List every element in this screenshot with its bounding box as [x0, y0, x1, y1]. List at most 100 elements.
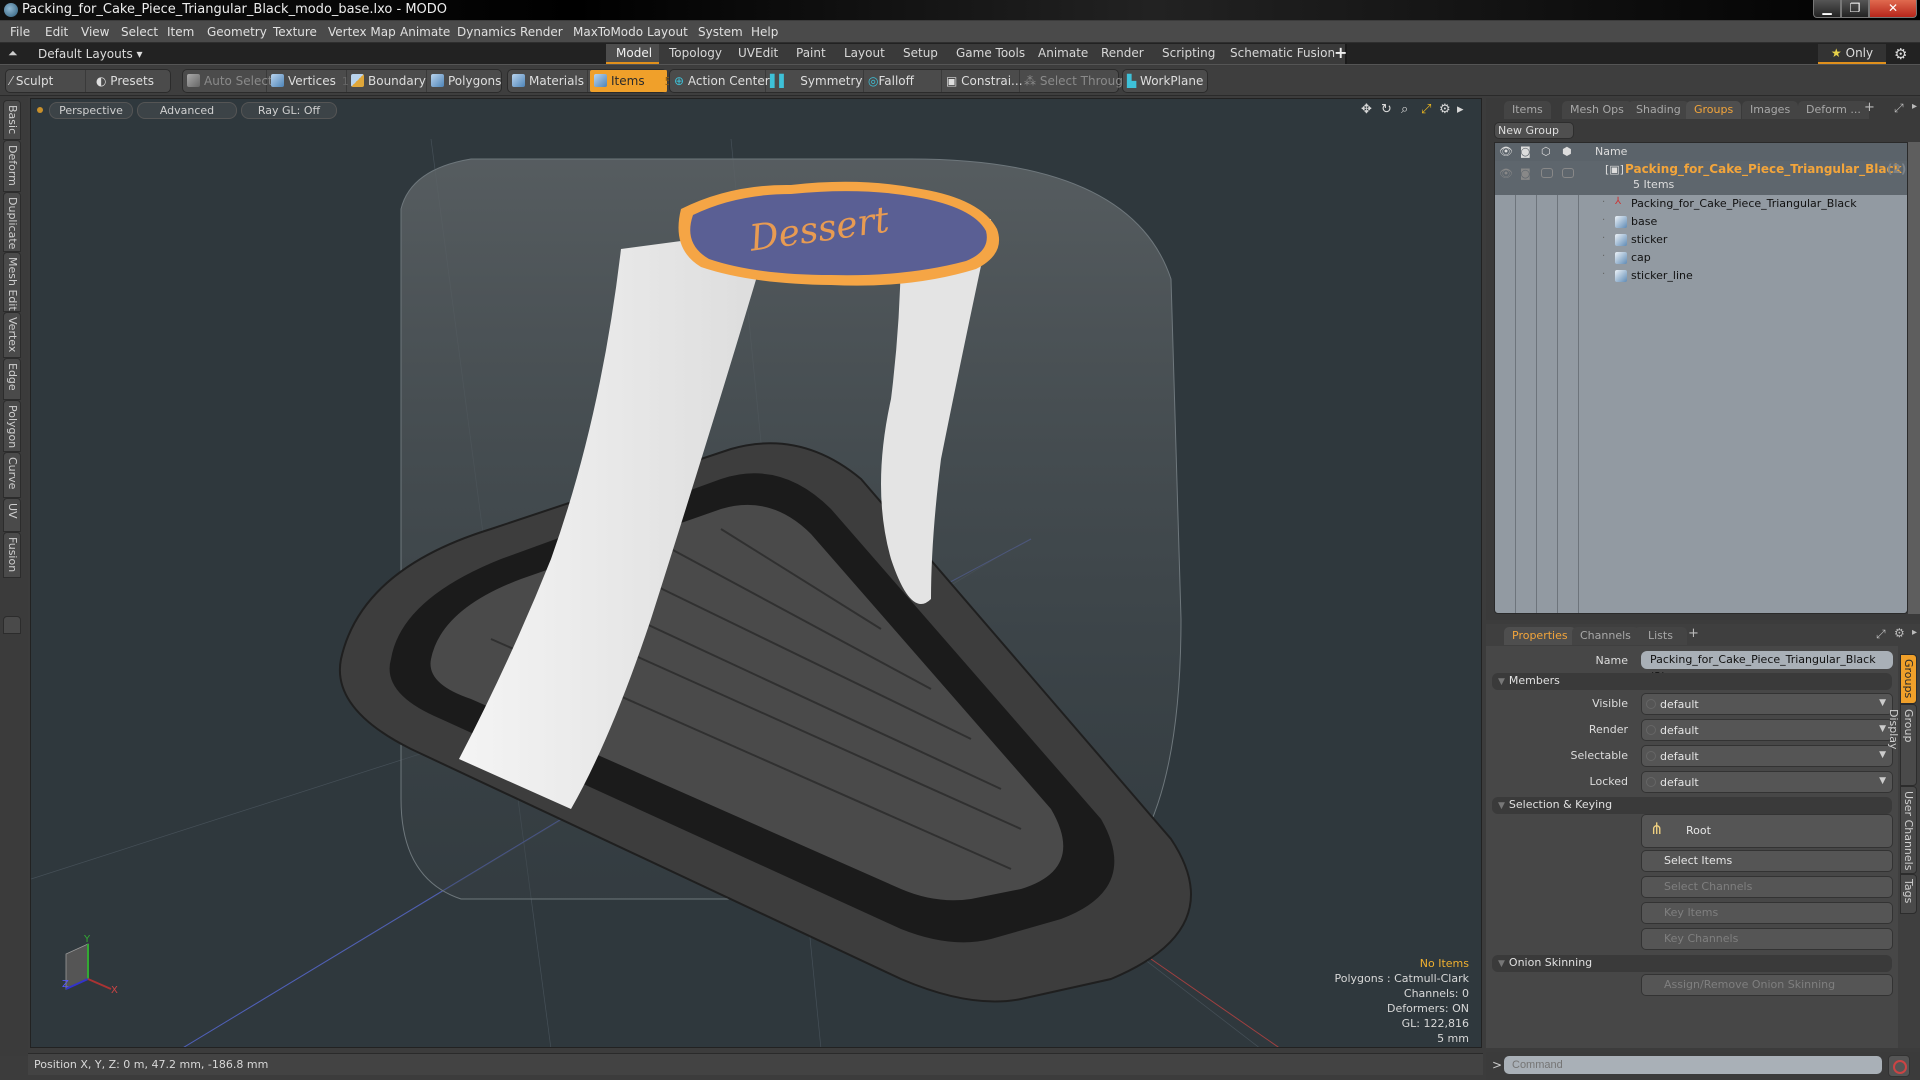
panel-tab-lists[interactable]: Lists [1634, 627, 1687, 645]
menu-maxtomodo[interactable]: MaxToModo [573, 25, 643, 39]
group-visible-toggle[interactable]: 👁 [1499, 167, 1513, 180]
root-button[interactable]: ⋔ Root [1641, 814, 1893, 848]
viewport-settings-icon[interactable]: ⚙ [1439, 102, 1451, 117]
panel-tab-shading[interactable]: Shading [1628, 101, 1689, 119]
group-lock-toggle[interactable] [1562, 168, 1574, 178]
side-tab-tags[interactable]: Tags [1900, 874, 1917, 914]
layout-tab-game-tools[interactable]: Game Tools [946, 44, 1038, 64]
command-input[interactable] [1504, 1056, 1882, 1074]
panel-tab-mesh-ops[interactable]: Mesh Ops [1562, 101, 1632, 119]
sculpt-button[interactable]: ⁄ Sculpt [6, 70, 86, 92]
polygons-button[interactable]: Polygons [427, 70, 503, 92]
menu-vertex-map[interactable]: Vertex Map [328, 25, 396, 39]
action-center-button[interactable]: ⊕ Action Center [670, 70, 770, 92]
presets-button[interactable]: ◐ Presets [92, 70, 172, 92]
maximize-button[interactable]: ❐ [1841, 0, 1869, 18]
render-select[interactable]: default ▼ [1641, 719, 1893, 741]
onion-skinning-section[interactable]: ▼ Onion Skinning [1492, 955, 1892, 972]
falloff-button[interactable]: ◎Falloff [864, 70, 942, 92]
list-item[interactable]: · base [1495, 213, 1907, 231]
layout-selector[interactable]: Default Layouts ▾ [38, 47, 143, 61]
name-column-header[interactable]: Name [1595, 145, 1627, 158]
side-tab-group-display[interactable]: Group Display [1887, 704, 1917, 786]
lock-column-icon[interactable]: ⬢ [1562, 145, 1572, 158]
list-item[interactable]: · ⅄ Packing_for_Cake_Piece_Triangular_Bl… [1495, 195, 1907, 213]
3d-viewport[interactable]: Dessert Y Z X Perspective Advanced Ray G… [30, 98, 1482, 1048]
menu-item[interactable]: Item [167, 25, 194, 39]
left-tab-polygon[interactable]: Polygon [3, 400, 21, 452]
group-select-toggle[interactable] [1541, 168, 1553, 178]
left-tab-basic[interactable]: Basic [3, 100, 21, 140]
selectable-select[interactable]: default ▼ [1641, 745, 1893, 767]
zoom-view-icon[interactable]: ⌕ [1401, 102, 1408, 117]
locked-select[interactable]: default ▼ [1641, 771, 1893, 793]
members-section[interactable]: ▼ Members [1492, 673, 1892, 690]
layout-tab-render[interactable]: Render [1091, 44, 1156, 64]
view-mode-button[interactable]: Perspective [49, 102, 133, 119]
layout-tab-scripting[interactable]: Scripting [1152, 44, 1228, 64]
groups-list-scrollbar[interactable] [1908, 142, 1920, 614]
select-through-button[interactable]: ⁂ Select Through [1020, 70, 1130, 92]
panel-tab-channels[interactable]: Channels [1572, 627, 1639, 645]
record-macro-button[interactable] [1888, 1055, 1910, 1077]
rotate-view-icon[interactable]: ↻ [1381, 102, 1392, 117]
fit-view-icon[interactable]: ⤢ [1421, 102, 1431, 117]
select-items-button[interactable]: Select Items [1641, 850, 1893, 872]
menu-select[interactable]: Select [121, 25, 158, 39]
render-column-icon[interactable]: ◙ [1520, 145, 1531, 158]
materials-button[interactable]: Materials [508, 70, 588, 92]
constraints-button[interactable]: ▣ Constrai... [942, 70, 1023, 92]
list-item[interactable]: · sticker [1495, 231, 1907, 249]
panel-tab-properties[interactable]: Properties [1504, 627, 1576, 645]
expand-panel-icon[interactable]: ⤢ [1876, 627, 1886, 642]
left-tab-duplicate[interactable]: Duplicate [3, 192, 21, 252]
layout-tab-topology[interactable]: Topology [659, 44, 734, 64]
left-tab-vertex[interactable]: Vertex [3, 312, 21, 358]
select-channels-button[interactable]: Select Channels [1641, 876, 1893, 898]
panel-tab-groups[interactable]: Groups [1686, 101, 1742, 119]
list-item[interactable]: · cap [1495, 249, 1907, 267]
menu-texture[interactable]: Texture [273, 25, 317, 39]
move-view-icon[interactable]: ✥ [1361, 102, 1372, 117]
keyframe-icon[interactable] [1646, 777, 1656, 787]
left-tab-edge[interactable]: Edge [3, 358, 21, 400]
menu-system[interactable]: System [698, 25, 743, 39]
side-tab-groups[interactable]: Groups [1900, 654, 1917, 704]
menu-edit[interactable]: Edit [45, 25, 68, 39]
raygl-button[interactable]: Ray GL: Off [241, 102, 337, 119]
layout-tab-schematic-fusion[interactable]: Schematic Fusion [1220, 44, 1348, 64]
panel-tab-images[interactable]: Images [1742, 101, 1799, 119]
key-channels-button[interactable]: Key Channels [1641, 928, 1893, 950]
visible-select[interactable]: default ▼ [1641, 693, 1893, 715]
left-tab-extra[interactable] [3, 616, 21, 634]
left-tab-uv[interactable]: UV [3, 498, 21, 532]
menu-geometry[interactable]: Geometry [207, 25, 267, 39]
menu-view[interactable]: View [81, 25, 109, 39]
vertices-button[interactable]: Vertices 1 [267, 70, 349, 92]
visibility-column-icon[interactable]: 👁 [1499, 145, 1513, 158]
panel-menu-arrow-icon[interactable]: ▸ [1912, 627, 1917, 638]
menu-layout[interactable]: Layout [647, 25, 688, 39]
layout-tab-model[interactable]: Model [606, 44, 665, 64]
side-tab-user-channels[interactable]: User Channels [1900, 786, 1917, 874]
selection-keying-section[interactable]: ▼ Selection & Keying [1492, 797, 1892, 814]
keyframe-icon[interactable] [1646, 725, 1656, 735]
name-field[interactable]: Packing_for_Cake_Piece_Triangular_Black … [1641, 651, 1893, 683]
auto-select-button[interactable]: Auto Select [183, 70, 273, 92]
layout-tab-setup[interactable]: Setup [893, 44, 950, 64]
expand-panel-icon[interactable]: ⤢ [1894, 101, 1904, 116]
panel-gear-icon[interactable]: ⚙ [1894, 626, 1905, 640]
menu-file[interactable]: File [10, 25, 30, 39]
minimize-button[interactable]: ▁ [1813, 0, 1841, 18]
collapse-arrow-icon[interactable]: ⏶ [8, 46, 18, 61]
gear-icon[interactable]: ⚙ [1894, 45, 1907, 63]
panel-menu-arrow-icon[interactable]: ▸ [1912, 101, 1917, 112]
select-column-icon[interactable]: ⬡ [1541, 145, 1551, 158]
layout-tab-layout[interactable]: Layout [834, 44, 897, 64]
symmetry-button[interactable]: ▌▌ Symmetry [766, 70, 864, 92]
panel-tab-deform[interactable]: Deform ... [1798, 101, 1869, 119]
panel-tab-items[interactable]: Items [1504, 101, 1551, 119]
menu-animate[interactable]: Animate [400, 25, 450, 39]
layout-tab-paint[interactable]: Paint [786, 44, 838, 64]
layout-tab-uvedit[interactable]: UVEdit [728, 44, 791, 64]
